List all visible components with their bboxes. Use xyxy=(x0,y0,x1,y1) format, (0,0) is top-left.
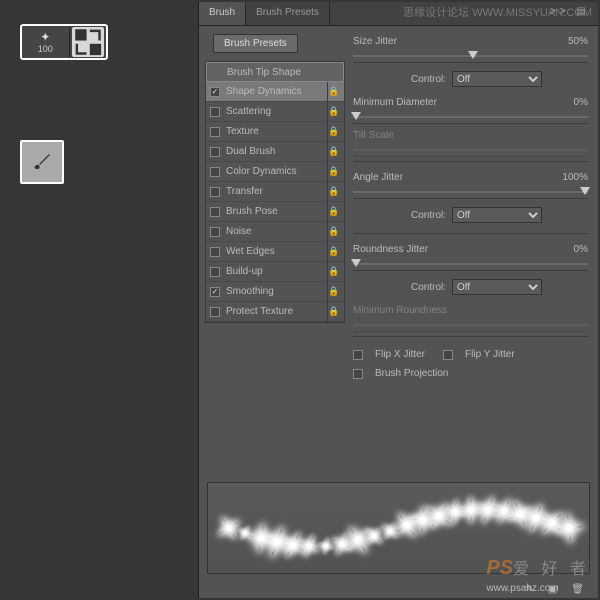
lock-icon[interactable]: 🔒 xyxy=(328,186,340,197)
lock-icon[interactable]: 🔒 xyxy=(328,106,340,117)
watermark-top: 思缘设计论坛 WWW.MISSYUAN.COM xyxy=(403,4,592,20)
angle-control-select[interactable]: Off xyxy=(452,207,542,223)
checkbox[interactable] xyxy=(210,287,220,297)
lock-icon[interactable]: 🔒 xyxy=(328,206,340,217)
lock-icon[interactable]: 🔒 xyxy=(328,86,340,97)
brush-icon xyxy=(31,151,53,173)
option-noise[interactable]: Noise🔒 xyxy=(206,222,344,242)
lock-icon[interactable]: 🔒 xyxy=(328,146,340,157)
checkbox[interactable] xyxy=(210,267,220,277)
lock-icon[interactable]: 🔒 xyxy=(328,126,340,137)
checkbox[interactable] xyxy=(210,127,220,137)
lock-icon[interactable]: 🔒 xyxy=(328,226,340,237)
checkbox[interactable] xyxy=(210,187,220,197)
checkbox[interactable] xyxy=(210,87,220,97)
brush-options-list: Brush Presets Brush Tip Shape Shape Dyna… xyxy=(199,26,349,476)
lock-icon[interactable]: 🔒 xyxy=(328,246,340,257)
size-jitter-slider[interactable]: Size Jitter50% xyxy=(353,34,588,63)
option-smoothing[interactable]: Smoothing🔒 xyxy=(206,282,344,302)
toggle-brush-panel-button[interactable] xyxy=(72,27,104,57)
lock-icon[interactable]: 🔒 xyxy=(328,166,340,177)
tab-brush[interactable]: Brush xyxy=(199,2,246,25)
sparkle-icon: ✦ xyxy=(40,30,50,44)
brush-preset-picker[interactable]: ✦ 100 xyxy=(20,24,108,60)
option-dual-brush[interactable]: Dual Brush🔒 xyxy=(206,142,344,162)
lock-icon[interactable]: 🔒 xyxy=(328,286,340,297)
option-texture[interactable]: Texture🔒 xyxy=(206,122,344,142)
option-protect-texture[interactable]: Protect Texture🔒 xyxy=(206,302,344,322)
brush-panel: Brush Brush Presets >> ▤ Brush Presets B… xyxy=(198,2,598,598)
control-label: Control: xyxy=(411,74,446,85)
checkbox[interactable] xyxy=(210,147,220,157)
roundness-control-select[interactable]: Off xyxy=(452,279,542,295)
min-roundness-slider: Minimum Roundness xyxy=(353,303,588,332)
checkbox[interactable] xyxy=(210,247,220,257)
tilt-scale-slider: Tilt Scale xyxy=(353,128,588,157)
lock-icon[interactable]: 🔒 xyxy=(328,266,340,277)
brush-presets-button[interactable]: Brush Presets xyxy=(213,34,298,53)
option-shape-dynamics[interactable]: Shape Dynamics🔒 xyxy=(206,82,344,102)
flip-x-checkbox[interactable] xyxy=(353,350,363,360)
checkbox[interactable] xyxy=(210,227,220,237)
checkbox[interactable] xyxy=(210,207,220,217)
min-diameter-slider[interactable]: Minimum Diameter0% xyxy=(353,95,588,124)
checkbox[interactable] xyxy=(210,107,220,117)
watermark-bottom: PS爱 好 者 www.psahz.com xyxy=(486,555,590,594)
brush-projection-checkbox[interactable] xyxy=(353,369,363,379)
roundness-jitter-slider[interactable]: Roundness Jitter0% xyxy=(353,242,588,271)
brush-size-label: 100 xyxy=(38,44,53,54)
brush-thumbnail: ✦ 100 xyxy=(22,27,70,57)
option-wet-edges[interactable]: Wet Edges🔒 xyxy=(206,242,344,262)
shape-dynamics-settings: Size Jitter50% Control: Off Minimum Diam… xyxy=(349,26,598,476)
flip-y-checkbox[interactable] xyxy=(443,350,453,360)
option-build-up[interactable]: Build-up🔒 xyxy=(206,262,344,282)
option-color-dynamics[interactable]: Color Dynamics🔒 xyxy=(206,162,344,182)
option-scattering[interactable]: Scattering🔒 xyxy=(206,102,344,122)
brush-tool-button[interactable] xyxy=(20,140,64,184)
size-control-select[interactable]: Off xyxy=(452,71,542,87)
brush-tip-shape-row[interactable]: Brush Tip Shape xyxy=(206,62,344,82)
angle-jitter-slider[interactable]: Angle Jitter100% xyxy=(353,170,588,199)
checkbox[interactable] xyxy=(210,307,220,317)
option-brush-pose[interactable]: Brush Pose🔒 xyxy=(206,202,344,222)
tab-brush-presets[interactable]: Brush Presets xyxy=(246,2,330,25)
checkbox[interactable] xyxy=(210,167,220,177)
lock-icon[interactable]: 🔒 xyxy=(328,306,340,317)
option-transfer[interactable]: Transfer🔒 xyxy=(206,182,344,202)
